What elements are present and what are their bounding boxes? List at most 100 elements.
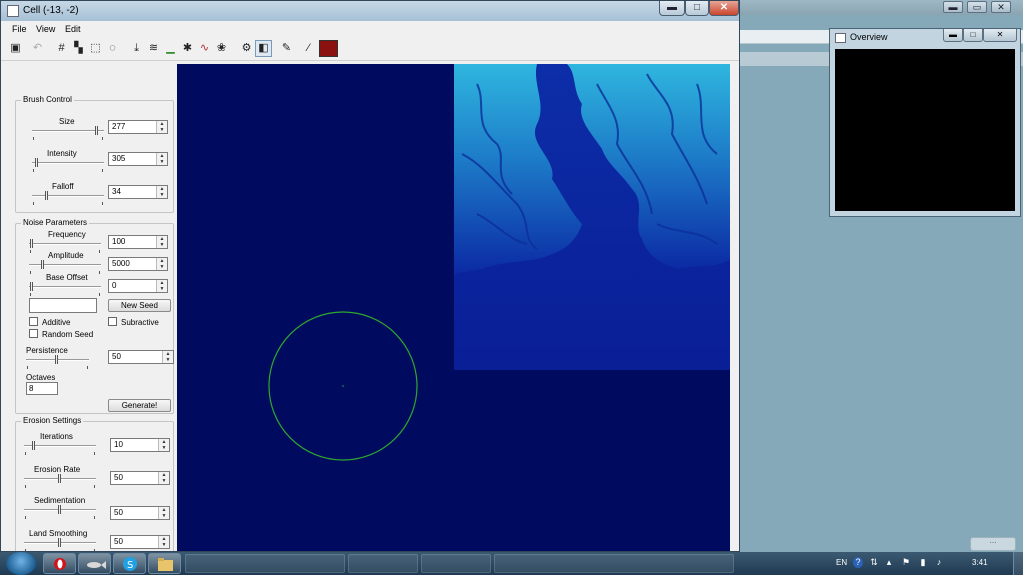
- frequency-value: 100: [112, 237, 126, 246]
- sedimentation-slider[interactable]: [24, 505, 96, 519]
- size-slider[interactable]: [32, 126, 104, 140]
- iterations-label: Iterations: [40, 432, 73, 441]
- iterations-slider[interactable]: [24, 441, 96, 455]
- iterations-spinbox[interactable]: 10 ▲ ▼: [110, 438, 170, 452]
- overview-close-button[interactable]: ✕: [983, 29, 1017, 42]
- volume-icon[interactable]: ♪: [934, 557, 944, 568]
- frequency-label: Frequency: [48, 230, 86, 239]
- bg-minimize-button[interactable]: ▬: [943, 1, 963, 13]
- action-center-flag-icon[interactable]: ⚑: [901, 557, 911, 568]
- language-indicator[interactable]: EN: [836, 558, 847, 567]
- falloff-label: Falloff: [52, 182, 74, 191]
- terrain-canvas[interactable]: [177, 64, 730, 551]
- erosion-brush-icon[interactable]: ❀: [213, 40, 230, 57]
- paint-color-swatch[interactable]: [319, 40, 338, 57]
- help-icon[interactable]: ?: [853, 557, 863, 568]
- lasso-icon[interactable]: ◌: [104, 40, 121, 57]
- amplitude-slider[interactable]: [29, 260, 101, 274]
- brush-control-group: Brush Control Size 277 ▲ ▼ Intensity 305 …: [15, 95, 174, 213]
- generate-button[interactable]: Generate!: [108, 399, 171, 412]
- menu-view[interactable]: View: [36, 24, 55, 34]
- background-titlebar: ▬ ▭ ✕: [740, 0, 1023, 15]
- frequency-slider[interactable]: [29, 239, 101, 253]
- smooth-icon[interactable]: ≋: [145, 40, 162, 57]
- taskbar-window-button[interactable]: [494, 554, 734, 573]
- intensity-slider[interactable]: [32, 158, 104, 172]
- opera-icon[interactable]: [43, 553, 76, 574]
- maximize-button[interactable]: □: [685, 1, 709, 16]
- show-desktop-button[interactable]: [1013, 552, 1023, 575]
- random-seed-label: Random Seed: [42, 330, 94, 339]
- erosion-rate-label: Erosion Rate: [34, 465, 81, 474]
- noise-brush-icon[interactable]: ✱: [179, 40, 196, 57]
- intensity-value: 305: [112, 154, 126, 163]
- settings-panel: Brush Control Size 277 ▲ ▼ Intensity 305 …: [1, 62, 177, 551]
- new-seed-button[interactable]: New Seed: [108, 299, 171, 312]
- subtractive-checkbox[interactable]: [108, 317, 117, 326]
- undo-icon[interactable]: ↶: [29, 40, 46, 57]
- stamp-brush-icon[interactable]: ⚙: [238, 40, 255, 57]
- taskbar-window-button[interactable]: [348, 554, 418, 573]
- frequency-spinbox[interactable]: 100 ▲ ▼: [108, 235, 168, 249]
- rect-select-icon[interactable]: ⬚: [87, 40, 104, 57]
- erode-icon[interactable]: ∿: [196, 40, 213, 57]
- view-toggle-icon[interactable]: ◧: [255, 40, 272, 57]
- start-button[interactable]: [6, 552, 36, 575]
- grid-icon[interactable]: #: [53, 40, 70, 57]
- sedimentation-label: Sedimentation: [34, 496, 86, 505]
- persistence-label: Persistence: [26, 346, 68, 355]
- signal-icon[interactable]: ▮: [918, 557, 928, 568]
- skype-icon[interactable]: S: [113, 553, 146, 574]
- erosion-rate-slider[interactable]: [24, 474, 96, 488]
- minimize-button[interactable]: ▬: [659, 1, 685, 16]
- paint-brush-icon[interactable]: ✎: [278, 40, 295, 57]
- sedimentation-spinbox[interactable]: 50 ▲ ▼: [110, 506, 170, 520]
- bg-close-button[interactable]: ✕: [991, 1, 1011, 13]
- falloff-spinbox[interactable]: 34 ▲ ▼: [108, 185, 168, 199]
- taskbar-window-button[interactable]: [421, 554, 491, 573]
- flatten-icon[interactable]: ▁: [162, 40, 179, 57]
- base-offset-spinbox[interactable]: 0 ▲ ▼: [108, 279, 168, 293]
- window-titlebar[interactable]: Cell (-13, -2) ▬ □ ✕: [1, 1, 739, 21]
- fish-app-icon[interactable]: [78, 553, 111, 574]
- land-smoothing-spinbox[interactable]: 50 ▲ ▼: [110, 535, 170, 549]
- intensity-label: Intensity: [47, 149, 77, 158]
- network-icon[interactable]: ⇅: [869, 557, 879, 568]
- close-button[interactable]: ✕: [709, 1, 739, 16]
- taskbar: S EN ? ⇅ ▴ ⚑ ▮ ♪ 3:41: [0, 552, 1023, 575]
- base-offset-slider[interactable]: [29, 282, 101, 296]
- additive-checkbox[interactable]: [29, 317, 38, 326]
- toolbar: ▣ ↶ # ▚ ⬚ ◌ ⤓ ≋ ▁ ✱ ∿ ❀ ⚙ ◧ ✎ ⁄: [1, 38, 739, 61]
- size-spinbox[interactable]: 277 ▲ ▼: [108, 120, 168, 134]
- persistence-slider[interactable]: [26, 355, 89, 369]
- persistence-value: 50: [112, 352, 121, 361]
- menu-edit[interactable]: Edit: [65, 24, 81, 34]
- random-seed-checkbox[interactable]: [29, 329, 38, 338]
- menu-file[interactable]: File: [12, 24, 27, 34]
- show-hidden-icons[interactable]: ▴: [884, 557, 894, 568]
- overview-preview[interactable]: [835, 49, 1015, 211]
- stamp-icon[interactable]: ▚: [70, 40, 87, 57]
- taskbar-window-button[interactable]: [185, 554, 345, 573]
- overview-minimize-button[interactable]: ▬: [943, 29, 963, 42]
- erosion-settings-group: Erosion Settings Iterations 10 ▲ ▼ Erosio…: [15, 416, 174, 551]
- land-smoothing-slider[interactable]: [24, 538, 96, 551]
- amplitude-spinbox[interactable]: 5000 ▲ ▼: [108, 257, 168, 271]
- window-title: Cell (-13, -2): [23, 5, 79, 16]
- intensity-spinbox[interactable]: 305 ▲ ▼: [108, 152, 168, 166]
- svg-text:S: S: [127, 560, 133, 571]
- octaves-input[interactable]: 8: [26, 382, 58, 395]
- clock[interactable]: 3:41: [972, 558, 988, 567]
- bg-maximize-button[interactable]: ▭: [967, 1, 987, 13]
- folder-icon[interactable]: [148, 553, 181, 574]
- base-offset-label: Base Offset: [46, 273, 88, 282]
- seed-input[interactable]: [29, 298, 97, 313]
- falloff-slider[interactable]: [32, 191, 104, 205]
- save-icon[interactable]: ▣: [7, 40, 24, 57]
- land-smoothing-label: Land Smoothing: [29, 529, 88, 538]
- eyedropper-icon[interactable]: ⁄: [300, 40, 317, 57]
- overview-maximize-button[interactable]: □: [963, 29, 983, 42]
- persistence-spinbox[interactable]: 50 ▲ ▼: [108, 350, 174, 364]
- erosion-rate-spinbox[interactable]: 50 ▲ ▼: [110, 471, 170, 485]
- lower-icon[interactable]: ⤓: [128, 40, 145, 57]
